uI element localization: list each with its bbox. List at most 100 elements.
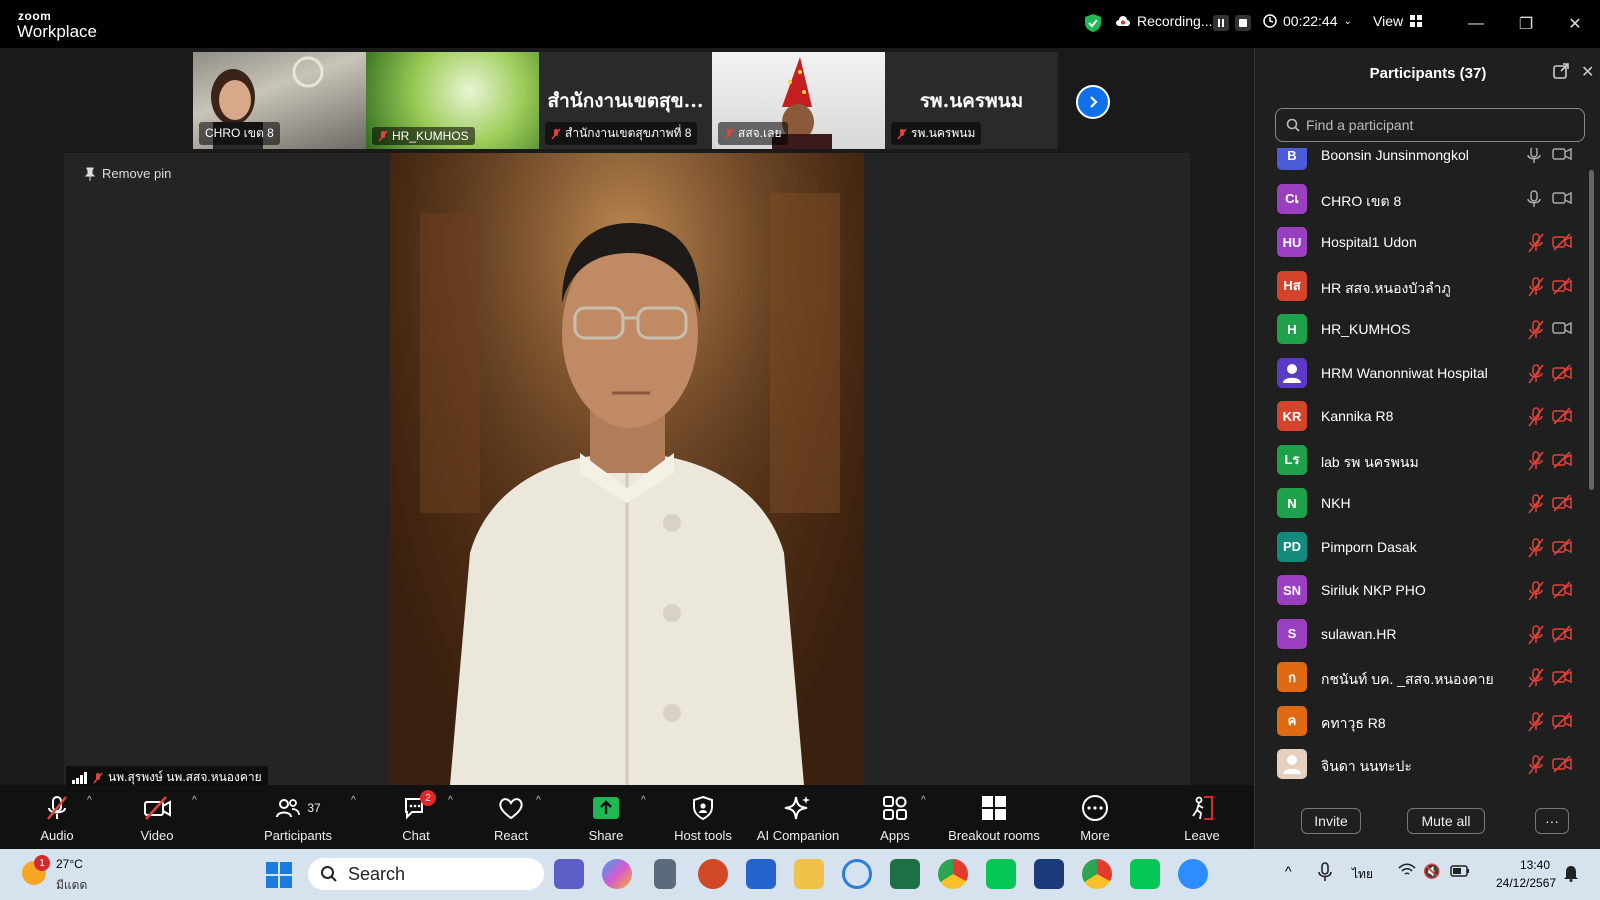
participant-row[interactable]: Ssulawan.HR (1255, 613, 1585, 657)
minimize-button[interactable]: — (1462, 10, 1490, 38)
remove-pin-button[interactable]: Remove pin (84, 166, 171, 181)
mic-muted-icon[interactable] (1527, 537, 1545, 563)
next-page-button[interactable] (1076, 85, 1110, 119)
participant-row[interactable]: Lร lab รพ นครพนม (1255, 439, 1585, 483)
mic-muted-icon[interactable] (1527, 581, 1545, 606)
notification-bell-icon[interactable] (1563, 864, 1579, 887)
participant-row[interactable]: Hส HR สสจ.หนองบัวลำภู (1255, 265, 1585, 309)
thumbnail-tile[interactable]: รพ.นครพนม รพ.นครพนม (885, 52, 1058, 149)
participant-row[interactable]: HRM Wanonniwat Hospital (1255, 352, 1585, 396)
video-off-icon[interactable] (1552, 276, 1572, 300)
more-button[interactable]: More (1076, 785, 1114, 849)
participants-options-chevron[interactable]: ^ (351, 795, 356, 806)
mic-muted-icon[interactable] (1527, 363, 1545, 389)
video-off-icon[interactable] (1552, 407, 1572, 430)
apps-options-chevron[interactable]: ^ (921, 795, 926, 806)
participant-row[interactable]: ก กชนันท์ บค. _สสจ.หนองคาย (1255, 656, 1585, 700)
host-tools-button[interactable]: Host tools (670, 785, 736, 849)
apps-button[interactable]: Apps (876, 785, 914, 849)
video-off-icon[interactable] (1552, 755, 1572, 778)
participants-button[interactable]: 37 Participants (262, 785, 334, 849)
calculator-icon[interactable] (654, 859, 676, 889)
video-off-icon[interactable] (1552, 450, 1572, 474)
video-off-icon[interactable] (1552, 233, 1572, 256)
mic-muted-icon[interactable] (1527, 450, 1545, 476)
battery-icon[interactable] (1450, 864, 1470, 882)
mic-muted-icon[interactable] (1527, 494, 1545, 519)
thumbnail-tile[interactable]: HR_KUMHOS (366, 52, 539, 149)
share-options-chevron[interactable]: ^ (641, 795, 646, 806)
audio-button[interactable]: Audio (34, 785, 80, 849)
participant-row[interactable]: จินดา นนทะปะ (1255, 743, 1585, 787)
video-icon[interactable] (1552, 190, 1572, 211)
mic-muted-icon[interactable] (1527, 233, 1545, 258)
pause-recording-button[interactable] (1212, 14, 1230, 32)
calendar-icon[interactable] (746, 859, 776, 889)
clock-time[interactable]: 13:40 (1520, 858, 1550, 872)
video-options-chevron[interactable]: ^ (192, 795, 197, 806)
video-icon[interactable] (1552, 148, 1572, 167)
stop-recording-button[interactable] (1234, 14, 1252, 32)
react-options-chevron[interactable]: ^ (536, 795, 541, 806)
mic-icon[interactable] (1527, 189, 1541, 213)
thumbnail-tile[interactable]: สสจ.เลย (712, 52, 885, 149)
chrome-icon[interactable] (938, 859, 968, 889)
mic-muted-icon[interactable] (1527, 711, 1545, 737)
participant-list-scrollbar[interactable] (1589, 170, 1594, 490)
mic-muted-icon[interactable] (1527, 407, 1545, 432)
participant-row[interactable]: Cเ CHRO เขต 8 (1255, 178, 1585, 222)
participant-row[interactable]: H HR_KUMHOS (1255, 308, 1585, 352)
restore-button[interactable]: ❐ (1512, 10, 1540, 38)
webex-icon[interactable] (1034, 859, 1064, 889)
breakout-rooms-button[interactable]: Breakout rooms (944, 785, 1044, 849)
network-app-icon[interactable] (842, 859, 872, 889)
video-off-icon[interactable] (1552, 668, 1572, 691)
close-panel-button[interactable]: ✕ (1581, 62, 1594, 82)
close-button[interactable]: ✕ (1561, 10, 1589, 38)
video-icon[interactable] (1552, 320, 1572, 341)
participant-row[interactable]: HU Hospital1 Udon (1255, 221, 1585, 265)
wifi-icon[interactable] (1398, 863, 1416, 882)
mic-muted-icon[interactable] (1527, 624, 1545, 650)
participant-row[interactable]: ค คทาวุธ R8 (1255, 700, 1585, 744)
video-off-icon[interactable] (1552, 363, 1572, 387)
participant-row[interactable]: B Boonsin Junsinmongkol (1255, 148, 1585, 178)
recording-indicator[interactable]: Recording... (1115, 13, 1212, 29)
view-button[interactable]: View (1373, 13, 1423, 29)
taskbar-search[interactable]: Search (308, 858, 544, 890)
ai-companion-button[interactable]: AI Companion (752, 785, 844, 849)
share-button[interactable]: Share (586, 785, 626, 849)
line-icon[interactable] (986, 859, 1016, 889)
speaker-muted-icon[interactable]: 🔇 (1423, 863, 1440, 880)
active-speaker-video[interactable] (390, 153, 864, 785)
participant-row[interactable]: N NKH (1255, 482, 1585, 526)
video-off-icon[interactable] (1552, 624, 1572, 648)
mic-muted-icon[interactable] (1527, 320, 1545, 345)
video-off-icon[interactable] (1552, 537, 1572, 561)
clock-date[interactable]: 24/12/2567 (1496, 876, 1556, 890)
thumbnail-tile[interactable]: CHRO เขต 8 (193, 52, 366, 149)
chat-button[interactable]: 2 Chat (397, 785, 436, 849)
microphone-icon[interactable] (1318, 862, 1332, 887)
video-off-icon[interactable] (1552, 581, 1572, 604)
thumbnail-tile[interactable]: สำนักงานเขตสุข... สำนักงานเขตสุขภาพที่ 8 (539, 52, 712, 149)
mic-muted-icon[interactable] (1527, 276, 1545, 302)
chevron-up-icon[interactable]: ^ (1285, 863, 1292, 879)
file-explorer-icon[interactable] (794, 859, 824, 889)
popout-button[interactable] (1553, 63, 1569, 84)
mute-all-button[interactable]: Mute all (1407, 808, 1485, 834)
encryption-shield-icon[interactable] (1083, 13, 1103, 33)
audio-options-chevron[interactable]: ^ (87, 795, 92, 806)
mic-muted-icon[interactable] (1527, 755, 1545, 780)
invite-button[interactable]: Invite (1301, 808, 1361, 834)
participant-row[interactable]: PD Pimporn Dasak (1255, 526, 1585, 570)
chat-options-chevron[interactable]: ^ (448, 795, 453, 806)
leave-button[interactable]: Leave (1182, 785, 1222, 849)
excel-icon[interactable] (890, 859, 920, 889)
language-indicator[interactable]: ไทย (1352, 865, 1373, 884)
line-icon[interactable] (1130, 859, 1160, 889)
windows-start-button[interactable] (266, 862, 292, 893)
meet-app-icon[interactable] (554, 859, 584, 889)
participant-row[interactable]: KR Kannika R8 (1255, 395, 1585, 439)
video-off-icon[interactable] (1552, 494, 1572, 517)
